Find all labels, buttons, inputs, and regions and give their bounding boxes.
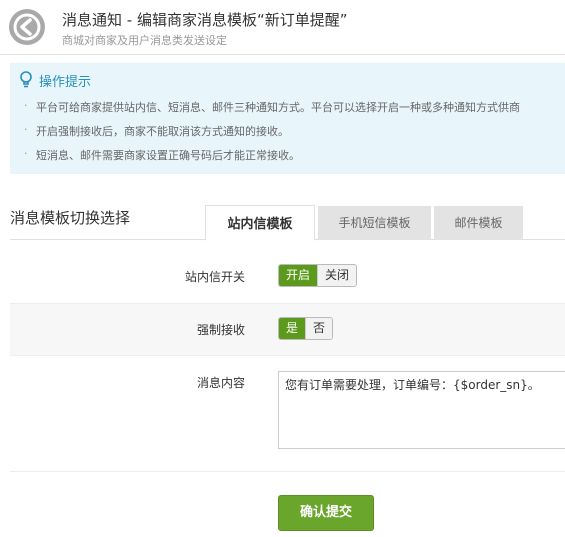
submit-button[interactable]: 确认提交	[278, 495, 374, 531]
tab-email[interactable]: 邮件模板	[434, 206, 523, 240]
tips-item-text: 短消息、邮件需要商家设置正确号码后才能正常接收。	[36, 149, 300, 162]
lightbulb-icon	[20, 71, 32, 88]
switch-label: 站内信开关	[184, 270, 245, 284]
force-receive-toggle: 是 否	[278, 317, 334, 340]
tips-item-text: 开启强制接收后，商家不能取消该方式通知的接收。	[36, 125, 289, 138]
arrow-left-circle-icon	[13, 13, 41, 41]
form-row-switch: 站内信开关 开启 关闭	[10, 248, 565, 302]
template-switch-label: 消息模板切换选择	[10, 209, 131, 227]
tips-item-text: 平台可给商家提供站内信、短消息、邮件三种通知方式。平台可以选择开启一种或多种通知…	[36, 101, 520, 114]
force-label: 强制接收	[196, 323, 245, 337]
tips-list: · 平台可给商家提供站内信、短消息、邮件三种通知方式。平台可以选择开启一种或多种通…	[22, 99, 565, 171]
form-row-content: 消息内容 您有订单需要处理，订单编号：{$order_sn}。	[10, 357, 565, 472]
form-row-force: 强制接收 是 否	[10, 303, 565, 356]
tips-item: · 开启强制接收后，商家不能取消该方式通知的接收。	[22, 123, 565, 147]
site-message-toggle: 开启 关闭	[278, 264, 358, 287]
tips-item: · 平台可给商家提供站内信、短消息、邮件三种通知方式。平台可以选择开启一种或多种通…	[22, 99, 565, 123]
tab-sms[interactable]: 手机短信模板	[318, 206, 431, 240]
tab-site-message[interactable]: 站内信模板	[205, 205, 315, 241]
tips-panel: 操作提示 · 平台可给商家提供站内信、短消息、邮件三种通知方式。平台可以选择开启一…	[10, 63, 565, 174]
bullet-icon: ·	[24, 123, 28, 136]
page-title: 消息通知 - 编辑商家消息模板“新订单提醒”	[62, 11, 348, 29]
toggle-off-button[interactable]: 关闭	[317, 265, 357, 286]
message-content-textarea[interactable]: 您有订单需要处理，订单编号：{$order_sn}。	[278, 371, 565, 449]
bullet-icon: ·	[24, 99, 28, 112]
force-no-button[interactable]: 否	[305, 318, 333, 339]
tips-title: 操作提示	[39, 75, 92, 90]
bullet-icon: ·	[24, 147, 28, 160]
page-subtitle: 商城对商家及用户消息类发送设定	[62, 34, 227, 47]
back-button[interactable]	[9, 9, 45, 45]
tips-item: · 短消息、邮件需要商家设置正确号码后才能正常接收。	[22, 147, 565, 171]
page-header: 消息通知 - 编辑商家消息模板“新订单提醒” 商城对商家及用户消息类发送设定	[0, 0, 565, 55]
content-label: 消息内容	[196, 376, 245, 390]
toggle-on-button[interactable]: 开启	[279, 265, 318, 286]
force-yes-button[interactable]: 是	[279, 318, 306, 339]
